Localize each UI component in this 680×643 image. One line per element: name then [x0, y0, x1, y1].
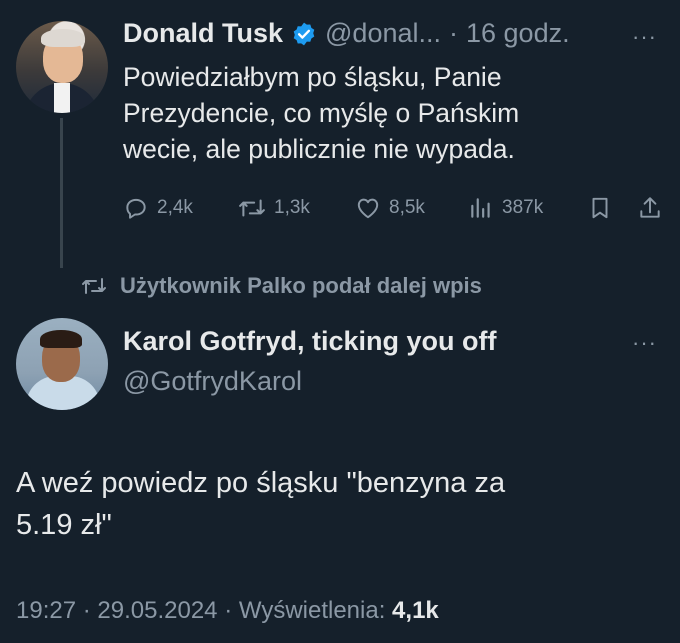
avatar-donald-tusk[interactable]: [16, 21, 108, 113]
views-icon: [468, 195, 494, 221]
share-icon[interactable]: [637, 195, 663, 221]
tweet2-meta: 19:27 · 29.05.2024 · Wyświetlenia: 4,1k: [16, 597, 439, 625]
avatar-hair: [41, 29, 85, 47]
views-value[interactable]: 4,1k: [392, 597, 439, 624]
header-separator: ·: [449, 18, 458, 48]
reply-icon: [123, 195, 149, 221]
author-handle[interactable]: @GotfrydKarol: [123, 366, 302, 397]
tweet1-text: Powiedziałbym po śląsku, Panie Prezydenc…: [123, 59, 519, 167]
avatar-karol-gotfryd[interactable]: [16, 318, 108, 410]
thread-line: [60, 118, 63, 268]
repost-notice-text: Użytkownik Palko podał dalej wpis: [120, 273, 482, 298]
repost-count: 1,3k: [274, 197, 310, 218]
more-icon[interactable]: ···: [632, 330, 657, 356]
repost-icon: [238, 195, 266, 221]
like-icon: [355, 195, 381, 221]
tweet-date[interactable]: 29.05.2024: [97, 597, 217, 624]
bookmark-icon[interactable]: [587, 195, 613, 221]
more-icon[interactable]: ···: [632, 24, 657, 50]
tweet2-text-line: A weź powiedz po śląsku "benzyna za: [16, 467, 506, 499]
meta-separator: ·: [224, 597, 233, 624]
repost-notice[interactable]: Użytkownik Palko podał dalej wpis: [80, 273, 482, 299]
repost-icon: [80, 274, 108, 298]
avatar-shirt: [54, 83, 70, 113]
author-name[interactable]: Karol Gotfryd, ticking you off: [123, 326, 497, 357]
reply-button[interactable]: 2,4k: [123, 195, 193, 221]
tweet1-text-line: Powiedziałbym po śląsku, Panie: [123, 62, 502, 92]
author-name[interactable]: Donald Tusk: [123, 18, 283, 49]
like-count: 8,5k: [389, 197, 425, 218]
tweet2-text-line: 5.19 zł": [16, 509, 112, 541]
verified-badge-icon: [291, 21, 317, 47]
avatar-hair: [40, 330, 82, 348]
tweet1-header: Donald Tusk @donal... · 16 godz.: [123, 18, 570, 49]
tweet-time[interactable]: 19:27: [16, 597, 76, 624]
view-count: 387k: [502, 197, 544, 218]
reply-count: 2,4k: [157, 197, 193, 218]
author-handle[interactable]: @donal...: [325, 18, 441, 49]
meta-separator: ·: [82, 597, 91, 624]
tweet-time[interactable]: 16 godz.: [466, 18, 570, 49]
tweet2-text: A weź powiedz po śląsku "benzyna za 5.19…: [16, 462, 505, 546]
like-button[interactable]: 8,5k: [355, 195, 425, 221]
tweet1-text-line: Prezydencie, co myślę o Pańskim: [123, 98, 520, 128]
tweet1-text-line: wecie, ale publicznie nie wypada.: [123, 134, 515, 164]
views-label: Wyświetlenia:: [238, 597, 386, 624]
repost-button[interactable]: 1,3k: [238, 195, 310, 221]
views-button[interactable]: 387k: [468, 195, 543, 221]
